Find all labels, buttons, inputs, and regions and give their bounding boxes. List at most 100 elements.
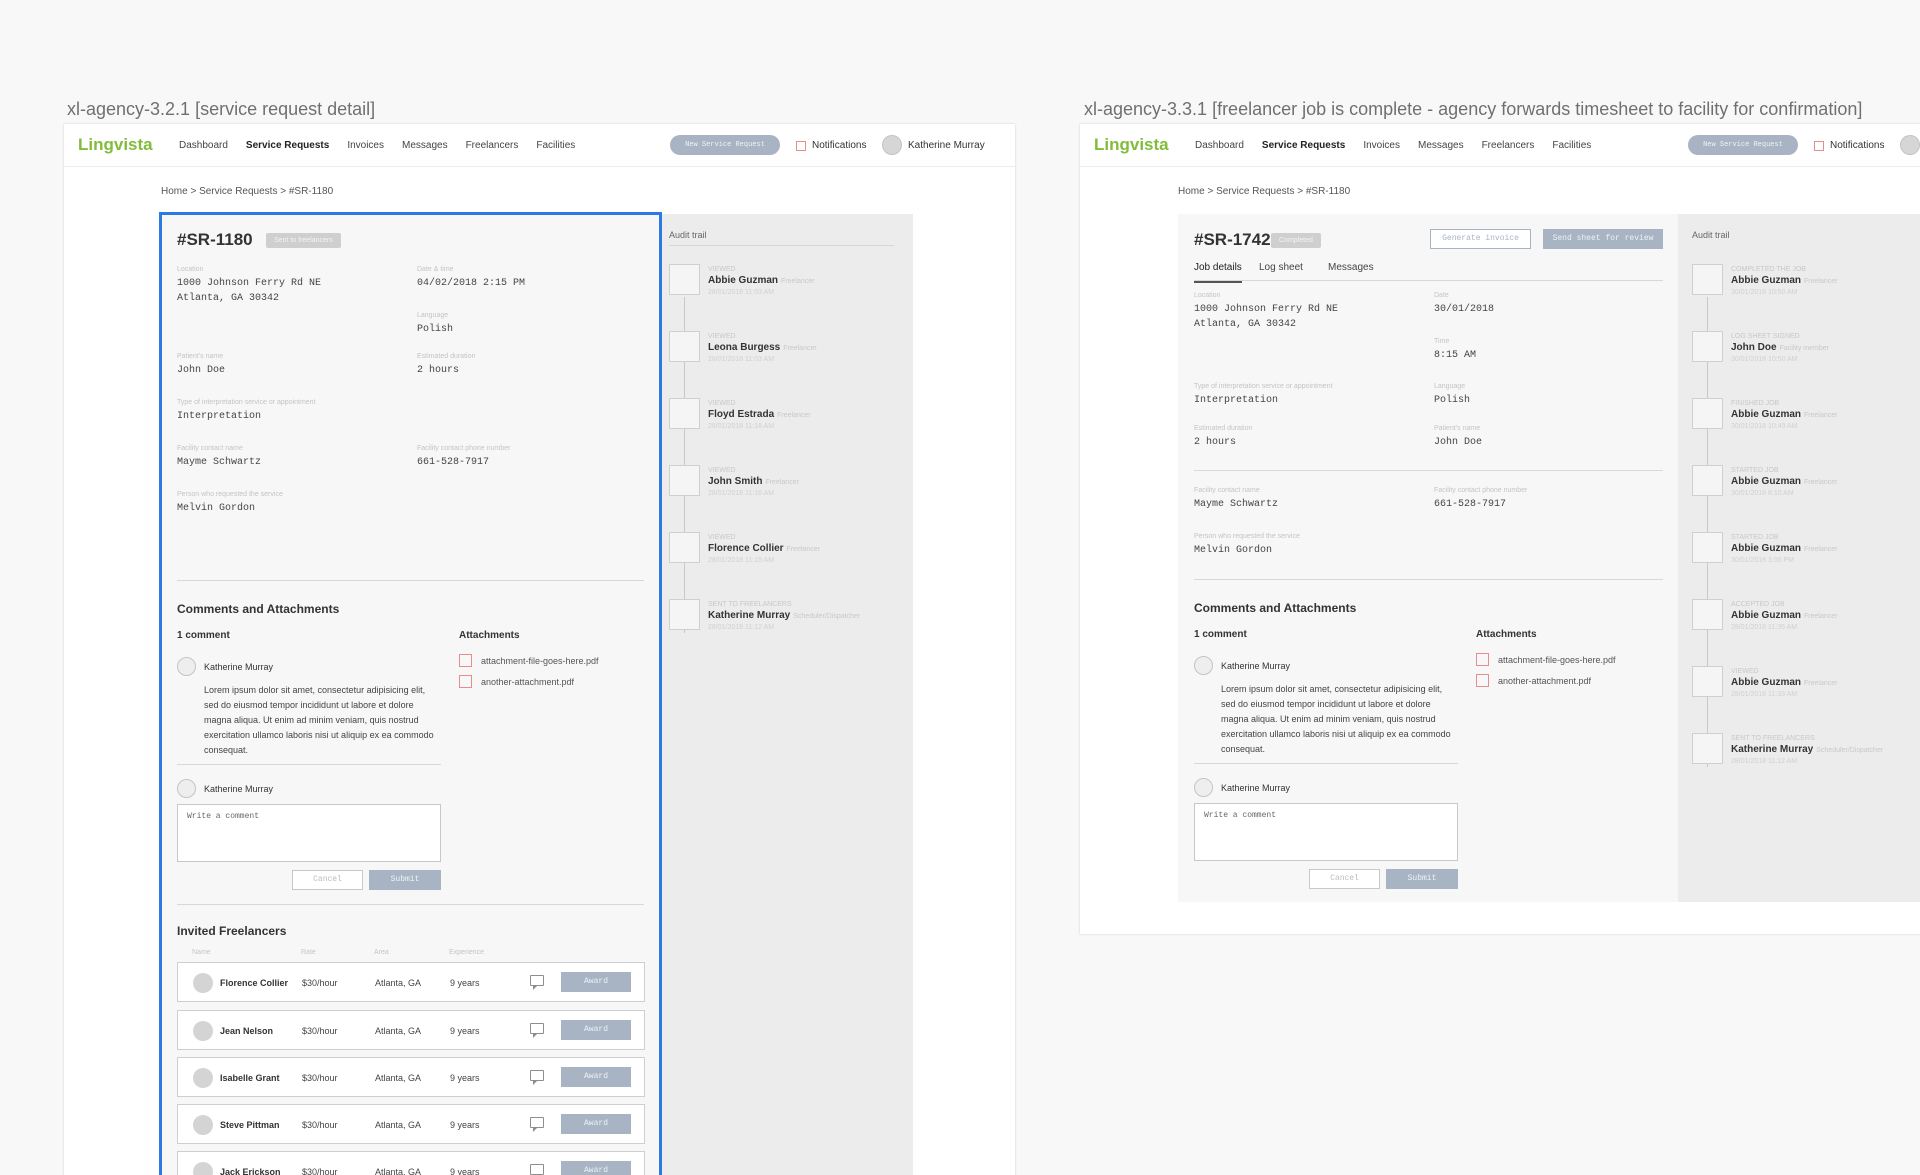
audit-actor: John Doe Facility member bbox=[1731, 342, 1829, 353]
artboard-title-right: xl-agency-3.3.1 [freelancer job is compl… bbox=[1084, 99, 1863, 119]
user-avatar[interactable] bbox=[882, 135, 902, 155]
facility-phone-value: 661-528-7917 bbox=[1434, 499, 1507, 510]
audit-action: Started job bbox=[1731, 467, 1779, 474]
main-nav: Dashboard Service Requests Invoices Mess… bbox=[1195, 140, 1591, 151]
tab-log-sheet[interactable]: Log sheet bbox=[1259, 262, 1303, 273]
audit-actor: Abbie Guzman Freelancer bbox=[708, 275, 815, 286]
commenter-avatar bbox=[1194, 656, 1213, 675]
audit-actor: Florence Collier Freelancer bbox=[708, 543, 821, 554]
attachment-filename: attachment-file-goes-here.pdf bbox=[1498, 654, 1616, 665]
user-name[interactable]: Katherine Murray bbox=[908, 140, 985, 151]
artboard-title-left: xl-agency-3.2.1 [service request detail] bbox=[67, 99, 376, 119]
nav-freelancers[interactable]: Freelancers bbox=[466, 140, 519, 151]
audit-entry-icon bbox=[1692, 465, 1723, 496]
audit-date: 28/01/2018 11:12 AM bbox=[1731, 758, 1798, 765]
commenter-name: Katherine Murray bbox=[1221, 661, 1291, 671]
service-type-value: Interpretation bbox=[1194, 395, 1279, 406]
notifications-toggle[interactable]: Notifications bbox=[1814, 140, 1884, 151]
audit-actor: Abbie Guzman Freelancer bbox=[1731, 543, 1838, 554]
breadcrumb[interactable]: Home > Service Requests > #SR-1180 bbox=[1178, 186, 1350, 197]
comment-textarea[interactable]: Write a comment bbox=[1194, 803, 1458, 861]
logo[interactable]: Lingvista bbox=[78, 135, 153, 155]
audit-date: 30/01/2018 8:10 AM bbox=[1731, 490, 1794, 497]
audit-actor: Abbie Guzman Freelancer bbox=[1731, 275, 1838, 286]
notifications-label: Notifications bbox=[1830, 140, 1885, 151]
audit-entry-icon bbox=[1692, 398, 1723, 429]
nav-dashboard[interactable]: Dashboard bbox=[1195, 140, 1244, 151]
notifications-toggle[interactable]: Notifications bbox=[796, 140, 866, 151]
facility-contact-label: Facility contact name bbox=[1194, 487, 1260, 494]
user-avatar[interactable] bbox=[1900, 135, 1920, 155]
audit-actor: Abbie Guzman Freelancer bbox=[1731, 409, 1838, 420]
audit-entry-icon bbox=[1692, 264, 1723, 295]
audit-date: 28/01/2018 11:16 AM bbox=[708, 490, 775, 497]
audit-date: 28/01/2018 11:03 AM bbox=[708, 289, 775, 296]
artboard-job-complete: Lingvista Dashboard Service Requests Inv… bbox=[1080, 124, 1920, 934]
audit-date: 28/01/2018 11:15 AM bbox=[708, 557, 775, 564]
audit-entry-icon bbox=[669, 465, 700, 496]
generate-invoice-button[interactable]: Generate invoice bbox=[1430, 229, 1531, 249]
facility-contact-value: Mayme Schwartz bbox=[1194, 499, 1279, 510]
duration-label: Estimated duration bbox=[1194, 425, 1253, 432]
audit-actor: Abbie Guzman Freelancer bbox=[1731, 677, 1838, 688]
notifications-label: Notifications bbox=[812, 140, 867, 151]
nav-service-requests[interactable]: Service Requests bbox=[1262, 140, 1345, 151]
attachment-checkbox-icon bbox=[1476, 674, 1489, 687]
requester-value: Melvin Gordon bbox=[1194, 545, 1273, 556]
nav-messages[interactable]: Messages bbox=[1418, 140, 1464, 151]
nav-invoices[interactable]: Invoices bbox=[1363, 140, 1400, 151]
logo[interactable]: Lingvista bbox=[1094, 135, 1169, 155]
audit-date: 30/01/2018 3:55 PM bbox=[1731, 557, 1795, 564]
nav-dashboard[interactable]: Dashboard bbox=[179, 140, 228, 151]
duration-value: 2 hours bbox=[1194, 437, 1237, 448]
attachment-item[interactable]: attachment-file-goes-here.pdf bbox=[1476, 653, 1616, 666]
audit-trail-title: Audit trail bbox=[669, 230, 707, 240]
date-label: Date bbox=[1434, 292, 1449, 299]
comments-section-title: Comments and Attachments bbox=[1194, 601, 1357, 615]
audit-entry-icon bbox=[669, 599, 700, 630]
audit-divider bbox=[669, 245, 894, 246]
nav-service-requests[interactable]: Service Requests bbox=[246, 140, 329, 151]
nav-facilities[interactable]: Facilities bbox=[1552, 140, 1591, 151]
tabs-divider bbox=[1194, 280, 1663, 281]
comment-text: Lorem ipsum dolor sit amet, consectetur … bbox=[1221, 684, 1451, 754]
job-detail-panel: #SR-1742 Completed Generate invoice Send… bbox=[1178, 214, 1678, 902]
new-service-request-button[interactable]: New Service Request bbox=[1688, 135, 1798, 155]
nav-freelancers[interactable]: Freelancers bbox=[1482, 140, 1535, 151]
audit-actor: Katherine Murray Scheduler/Dispatcher bbox=[708, 610, 861, 621]
breadcrumb[interactable]: Home > Service Requests > #SR-1180 bbox=[161, 186, 333, 197]
audit-actor: Abbie Guzman Freelancer bbox=[1731, 476, 1838, 487]
artboard-service-request-detail: Lingvista Dashboard Service Requests Inv… bbox=[64, 124, 1015, 1175]
top-navbar: Lingvista Dashboard Service Requests Inv… bbox=[64, 124, 1015, 167]
service-type-label: Type of interpretation service or appoin… bbox=[1194, 383, 1333, 390]
audit-date: 30/01/2018 10:50 AM bbox=[1731, 356, 1798, 363]
nav-invoices[interactable]: Invoices bbox=[347, 140, 384, 151]
facility-phone-label: Facility contact phone number bbox=[1434, 487, 1528, 494]
attachment-item[interactable]: another-attachment.pdf bbox=[1476, 674, 1591, 687]
divider bbox=[1194, 579, 1663, 580]
reply-author: Katherine Murray bbox=[1221, 783, 1291, 793]
tab-messages[interactable]: Messages bbox=[1328, 262, 1374, 273]
audit-entry-icon bbox=[1692, 532, 1723, 563]
send-sheet-for-review-button[interactable]: Send sheet for review bbox=[1543, 229, 1663, 249]
audit-date: 28/01/2018 11:35 AM bbox=[1731, 624, 1798, 631]
audit-entry-icon bbox=[669, 532, 700, 563]
nav-facilities[interactable]: Facilities bbox=[536, 140, 575, 151]
cancel-button[interactable]: Cancel bbox=[1309, 869, 1380, 889]
audit-actor: Abbie Guzman Freelancer bbox=[1731, 610, 1838, 621]
location-value: 1000 Johnson Ferry Rd NE Atlanta, GA 303… bbox=[1194, 304, 1339, 330]
patient-label: Patient's name bbox=[1434, 425, 1481, 432]
audit-action: Viewed bbox=[708, 333, 736, 340]
audit-entry-icon bbox=[1692, 331, 1723, 362]
audit-entry-icon bbox=[1692, 666, 1723, 697]
audit-actor: Floyd Estrada Freelancer bbox=[708, 409, 811, 420]
audit-actor: John Smith Freelancer bbox=[708, 476, 799, 487]
nav-messages[interactable]: Messages bbox=[402, 140, 448, 151]
audit-entry-icon bbox=[669, 398, 700, 429]
new-service-request-button[interactable]: New Service Request bbox=[670, 135, 780, 155]
audit-action: Completed the job bbox=[1731, 266, 1806, 273]
audit-date: 28/01/2018 11:18 AM bbox=[708, 423, 775, 430]
submit-button[interactable]: Submit bbox=[1386, 869, 1458, 889]
comment-divider bbox=[1194, 763, 1458, 764]
audit-entry-icon bbox=[669, 264, 700, 295]
